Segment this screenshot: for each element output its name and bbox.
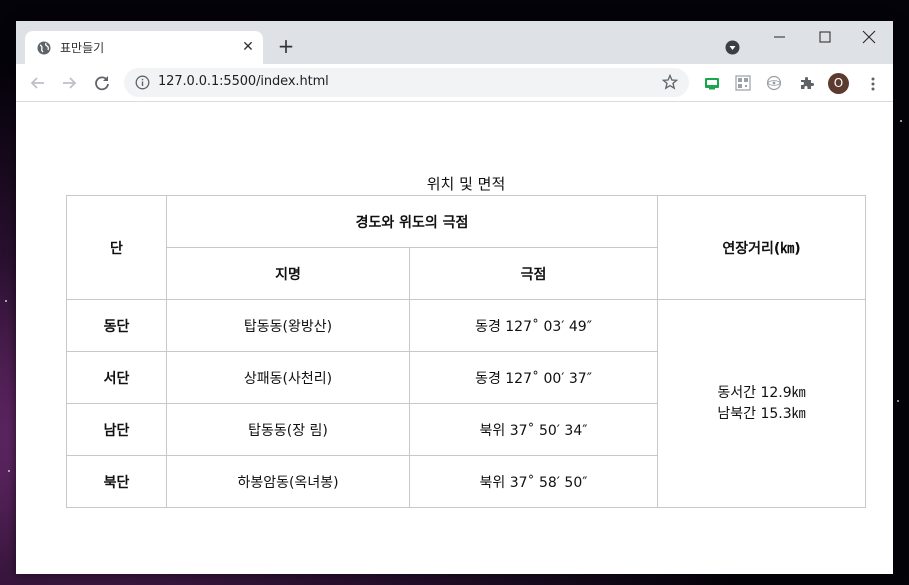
row-place: 탑동동(장 림) — [166, 403, 410, 456]
row-extreme: 북위 37˚ 58′ 50″ — [409, 455, 658, 508]
header-extreme-group: 경도와 위도의 극점 — [166, 195, 658, 248]
background-star — [897, 400, 899, 402]
table-caption: 위치 및 면적 — [426, 175, 506, 193]
row-extreme: 북위 37˚ 50′ 34″ — [409, 403, 658, 456]
background-star — [8, 470, 10, 472]
header-length: 연장거리(㎞) — [657, 195, 866, 300]
row-dan: 동단 — [66, 299, 167, 352]
browser-tab[interactable]: 표만들기 ✕ — [25, 31, 263, 64]
title-bar: 표만들기 ✕ + — [16, 21, 893, 64]
window-close-icon[interactable] — [849, 27, 889, 47]
header-extreme: 극점 — [409, 247, 658, 300]
background-star — [5, 300, 7, 302]
browser-toolbar: 127.0.0.1:5500/index.html O — [16, 64, 893, 102]
row-extreme: 동경 127˚ 03′ 49″ — [409, 299, 658, 352]
tab-search-icon[interactable] — [725, 40, 740, 55]
row-place: 탑동동(왕방산) — [166, 299, 410, 352]
header-dan: 단 — [66, 195, 167, 300]
header-place: 지명 — [166, 247, 410, 300]
forward-arrow-icon[interactable] — [59, 73, 79, 93]
globe-icon — [37, 41, 51, 55]
tab-title: 표만들기 — [60, 41, 105, 55]
close-icon[interactable]: ✕ — [240, 37, 256, 57]
back-arrow-icon[interactable] — [28, 73, 48, 93]
row-place: 상패동(사천리) — [166, 351, 410, 404]
plus-icon[interactable]: + — [275, 36, 297, 58]
info-icon[interactable] — [135, 75, 150, 90]
table-header-row: 단 경도와 위도의 극점 연장거리(㎞) — [66, 195, 866, 300]
screen-cast-icon[interactable] — [704, 75, 720, 91]
row-dan: 남단 — [66, 403, 167, 456]
browser-window: 표만들기 ✕ + 127.0.0.1:5500/index.html O 위치 … — [16, 21, 893, 574]
puzzle-icon[interactable] — [799, 75, 815, 91]
background-star — [900, 120, 902, 122]
maximize-icon[interactable] — [805, 27, 845, 47]
length-north-south: 남북간 15.3㎞ — [717, 405, 806, 422]
address-bar[interactable]: 127.0.0.1:5500/index.html — [124, 68, 689, 97]
star-icon[interactable] — [662, 74, 678, 90]
length-east-west: 동서간 12.9㎞ — [717, 384, 806, 401]
url-text[interactable]: 127.0.0.1:5500/index.html — [158, 74, 329, 89]
row-dan: 북단 — [66, 455, 167, 508]
row-place: 하봉암동(옥녀봉) — [166, 455, 410, 508]
location-area-table: 위치 및 면적 단 경도와 위도의 극점 연장거리(㎞) 지명 극점 동단 탑동… — [66, 173, 866, 508]
kebab-menu-icon[interactable] — [865, 76, 881, 92]
length-cell: 동서간 12.9㎞ 남북간 15.3㎞ — [657, 299, 866, 508]
row-dan: 서단 — [66, 351, 167, 404]
reload-icon[interactable] — [92, 73, 112, 93]
table-row: 동단 탑동동(왕방산) 동경 127˚ 03′ 49″ 동서간 12.9㎞ 남북… — [66, 299, 866, 508]
avatar[interactable]: O — [828, 73, 849, 94]
page-content: 위치 및 면적 단 경도와 위도의 극점 연장거리(㎞) 지명 극점 동단 탑동… — [16, 102, 893, 574]
minimize-icon[interactable] — [760, 27, 800, 47]
qr-icon[interactable] — [735, 75, 751, 91]
react-devtools-icon[interactable] — [766, 75, 782, 91]
row-extreme: 동경 127˚ 00′ 37″ — [409, 351, 658, 404]
